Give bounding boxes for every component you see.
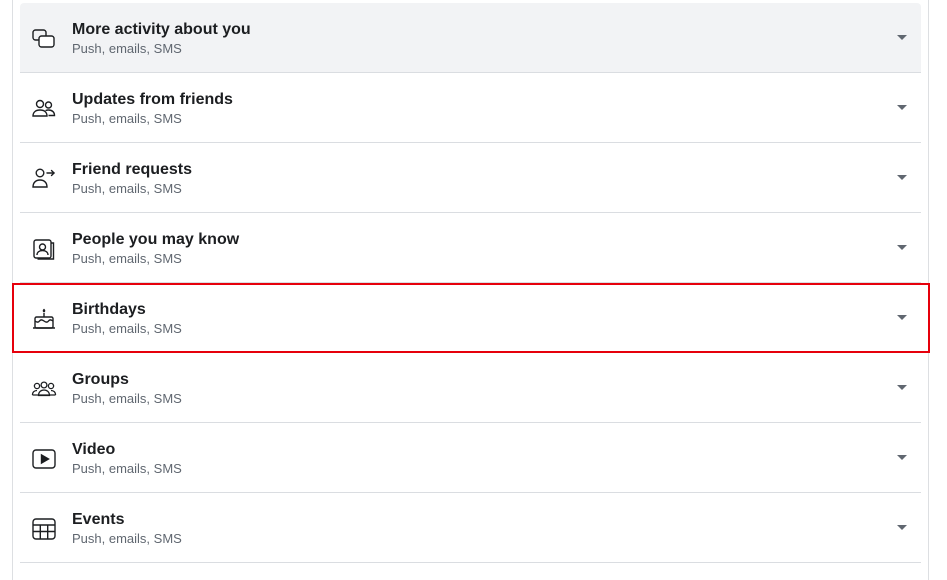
chevron-down-icon[interactable]	[897, 315, 907, 320]
people-cards-icon	[31, 236, 57, 262]
setting-row-video[interactable]: Video Push, emails, SMS	[20, 423, 921, 493]
setting-title: Birthdays	[72, 301, 146, 318]
setting-title: Updates from friends	[72, 91, 233, 108]
birthday-cake-icon	[31, 306, 57, 332]
chevron-down-icon[interactable]	[897, 175, 907, 180]
chevron-down-icon[interactable]	[897, 525, 907, 530]
friend-request-icon	[31, 166, 57, 192]
chevron-down-icon[interactable]	[897, 385, 907, 390]
setting-title: People you may know	[72, 231, 240, 248]
friends-icon	[31, 96, 57, 122]
notification-settings-list: More activity about you Push, emails, SM…	[20, 3, 921, 563]
setting-row-people-you-may-know[interactable]: People you may know Push, emails, SMS	[20, 213, 921, 283]
chat-bubbles-icon	[31, 26, 57, 52]
setting-row-groups[interactable]: Groups Push, emails, SMS	[20, 353, 921, 423]
setting-subtitle: Push, emails, SMS	[72, 321, 182, 336]
setting-row-friend-requests[interactable]: Friend requests Push, emails, SMS	[20, 143, 921, 213]
setting-title: Friend requests	[72, 161, 193, 178]
chevron-down-icon[interactable]	[897, 35, 907, 40]
setting-subtitle: Push, emails, SMS	[72, 41, 182, 56]
setting-title: Events	[72, 511, 125, 528]
setting-row-events[interactable]: Events Push, emails, SMS	[20, 493, 921, 563]
setting-row-updates-from-friends[interactable]: Updates from friends Push, emails, SMS	[20, 73, 921, 143]
setting-title: More activity about you	[72, 21, 251, 38]
setting-subtitle: Push, emails, SMS	[72, 391, 182, 406]
setting-subtitle: Push, emails, SMS	[72, 531, 182, 546]
setting-row-birthdays[interactable]: Birthdays Push, emails, SMS	[20, 283, 921, 353]
setting-title: Video	[72, 441, 116, 458]
setting-subtitle: Push, emails, SMS	[72, 111, 182, 126]
video-play-icon	[31, 446, 57, 472]
groups-icon	[31, 376, 57, 402]
chevron-down-icon[interactable]	[897, 455, 907, 460]
setting-title: Groups	[72, 371, 129, 388]
setting-subtitle: Push, emails, SMS	[72, 461, 182, 476]
setting-row-more-activity[interactable]: More activity about you Push, emails, SM…	[20, 3, 921, 73]
chevron-down-icon[interactable]	[897, 105, 907, 110]
setting-subtitle: Push, emails, SMS	[72, 251, 182, 266]
calendar-icon	[31, 516, 57, 542]
setting-subtitle: Push, emails, SMS	[72, 181, 182, 196]
chevron-down-icon[interactable]	[897, 245, 907, 250]
